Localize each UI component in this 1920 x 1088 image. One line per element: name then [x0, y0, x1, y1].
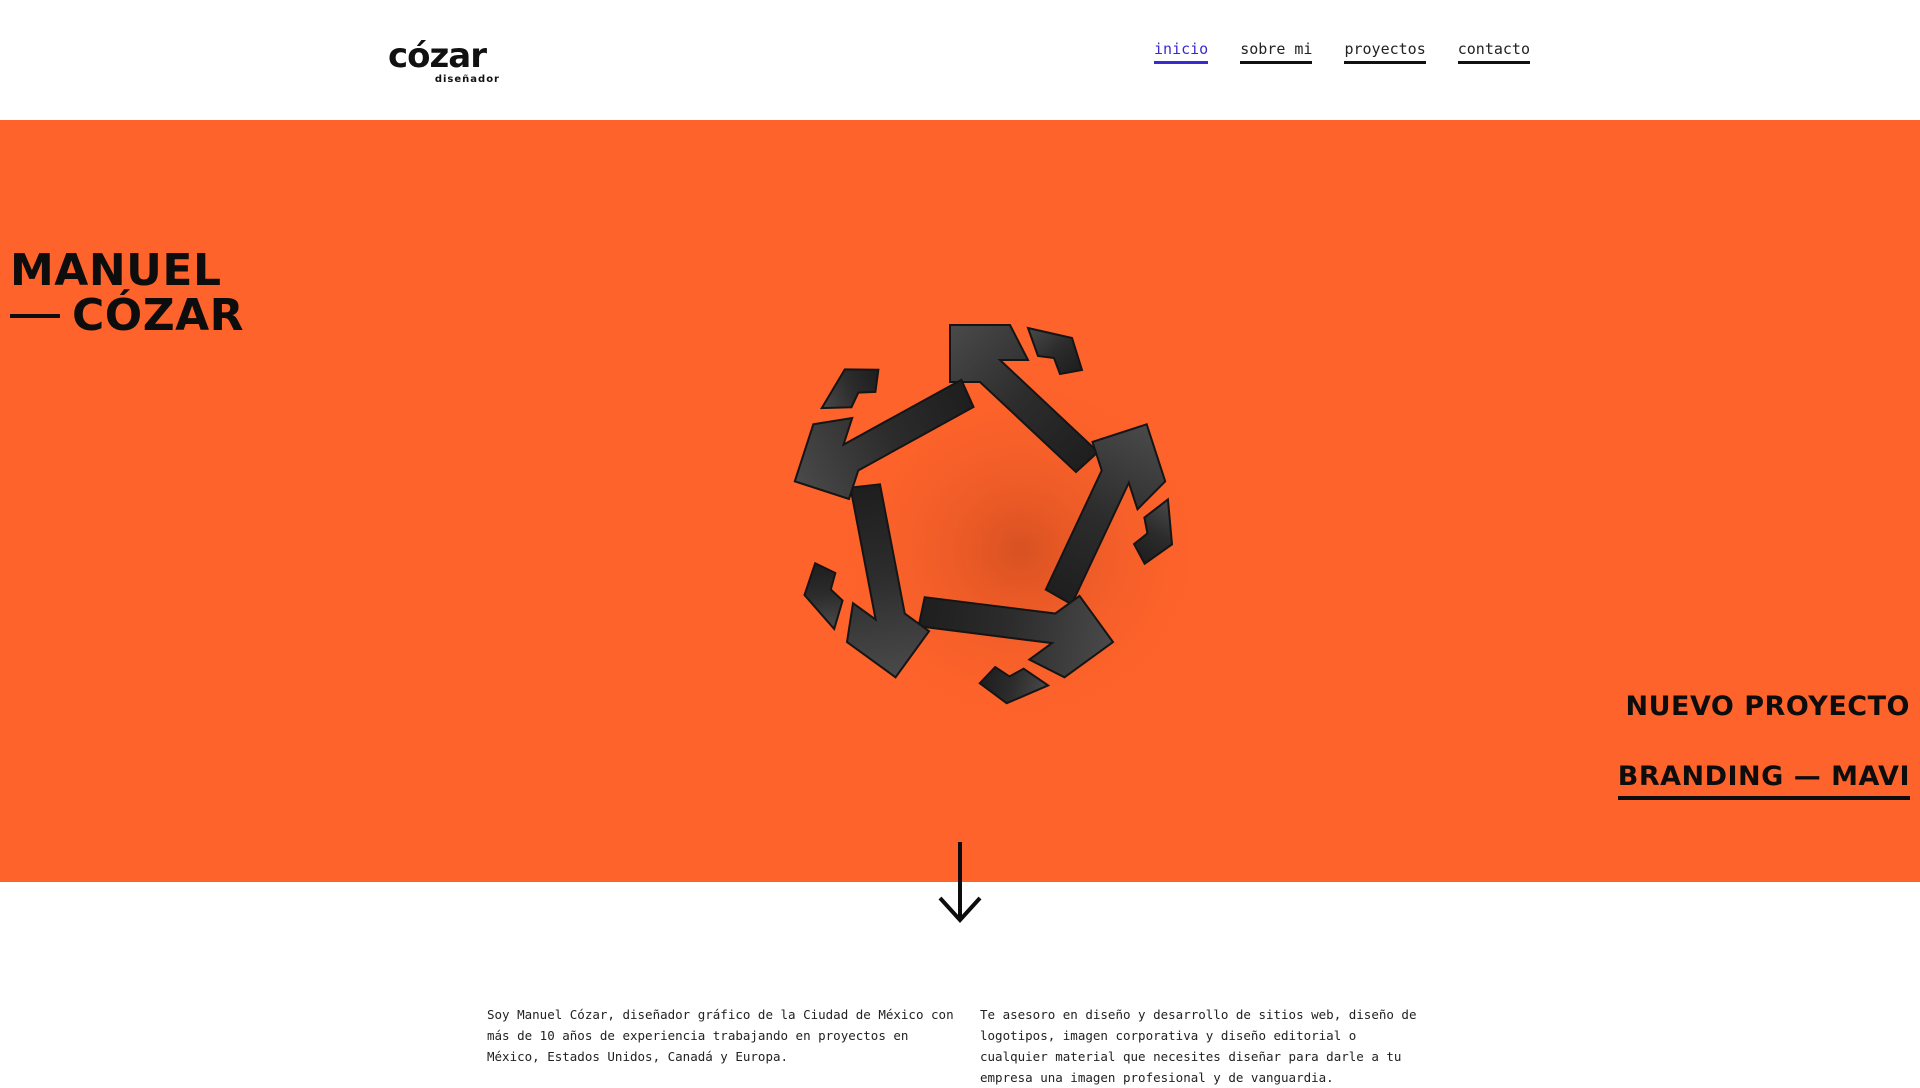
nav-item-proyectos[interactable]: proyectos: [1344, 40, 1426, 64]
logo-tagline: diseñador: [434, 74, 500, 85]
site-header: cózar diseñador inicio sobre mi proyecto…: [0, 0, 1920, 120]
project-link[interactable]: BRANDING — MAVI: [1617, 760, 1910, 800]
title-dash: [10, 313, 60, 318]
logo-wordmark: cózar: [388, 36, 487, 76]
hero-title-line2-row: CÓZAR: [10, 293, 244, 338]
hero-section: MANUEL CÓZAR NUEVO PROYECTO BRANDING — M…: [0, 120, 1920, 882]
logo[interactable]: cózar diseñador: [388, 36, 512, 88]
project-kicker: NUEVO PROYECTO: [1625, 691, 1910, 722]
nav-item-sobre-mi[interactable]: sobre mi: [1240, 40, 1313, 64]
nav-item-inicio[interactable]: inicio: [1154, 40, 1209, 64]
hero-title: MANUEL CÓZAR: [10, 248, 244, 338]
mavi-star-emblem-icon: [774, 324, 1190, 720]
arrow-down-icon[interactable]: [937, 840, 983, 924]
hero-title-line1: MANUEL: [10, 245, 222, 296]
featured-project: NUEVO PROYECTO BRANDING — MAVI: [1617, 690, 1910, 800]
hero-title-line2: CÓZAR: [72, 290, 245, 341]
main-nav: inicio sobre mi proyectos contacto: [1154, 40, 1530, 64]
about-services-text: Te asesoro en diseño y desarrollo de sit…: [980, 1007, 1417, 1085]
nav-item-contacto[interactable]: contacto: [1457, 40, 1530, 64]
about-section: Soy Manuel Cózar, diseñador gráfico de l…: [0, 990, 1920, 1085]
about-intro-text: Soy Manuel Cózar, diseñador gráfico de l…: [487, 1007, 954, 1064]
